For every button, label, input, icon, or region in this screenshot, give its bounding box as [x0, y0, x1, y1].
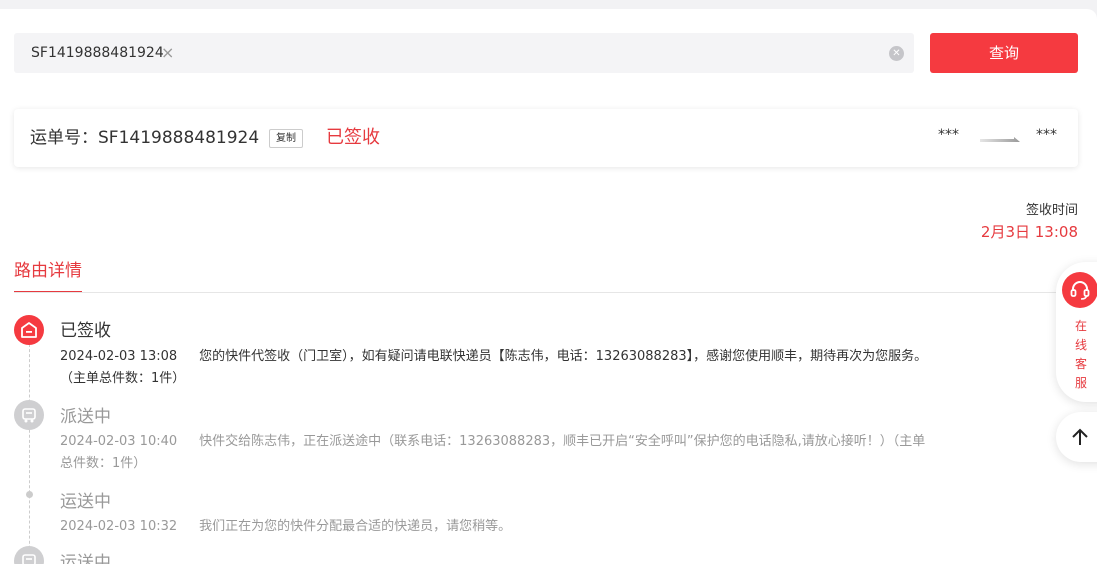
timeline-title: 派送中 [60, 407, 111, 427]
dot-icon [26, 491, 33, 498]
timeline-time: 2024-02-03 10:32 [60, 519, 178, 534]
tab-divider [14, 292, 1078, 293]
timeline-text: 我们正在为您的快件分配最合适的快递员，请您稍等。 [199, 519, 512, 534]
timeline-text: 您的快件代签收（门卫室），如有疑问请电联快递员【陈志伟，电话：132630882… [60, 349, 928, 386]
timeline-time: 2024-02-03 10:40 [60, 434, 178, 449]
delivery-truck-icon [14, 546, 44, 564]
headset-icon[interactable] [1062, 272, 1097, 308]
customer-service-label[interactable]: 在线客服 [1074, 317, 1088, 393]
route-origin: *** [938, 127, 959, 143]
route-destination: *** [1036, 127, 1057, 143]
waybill-number: 运单号：SF1419888481924 [30, 109, 259, 167]
clear-input-icon[interactable]: ✕ [889, 46, 904, 61]
waybill-summary: 运单号：SF1419888481924 复制 已签收 *** *** [14, 109, 1078, 167]
sign-time-label: 签收时间 [1025, 203, 1078, 218]
waybill-number-value: SF1419888481924 [98, 128, 260, 148]
copy-button[interactable]: 复制 [269, 129, 303, 148]
status-badge: 已签收 [326, 127, 380, 148]
sign-time-value: 2月3日 13:08 [980, 223, 1078, 241]
timeline-desc: 2024-02-03 10:40 快件交给陈志伟，正在派送途中（联系电话：1326… [60, 431, 930, 475]
timeline-title: 运送中 [60, 492, 111, 512]
waybill-label: 运单号： [30, 128, 98, 148]
query-button[interactable]: 查询 [930, 33, 1078, 73]
timeline-title: 已签收 [60, 321, 111, 341]
arrow-up-icon [1072, 428, 1088, 445]
route-arrow-icon [980, 137, 1020, 142]
waybill-chip[interactable]: SF1419888481924 [31, 33, 164, 73]
tab-route-details[interactable]: 路由详情 [14, 259, 82, 293]
chip-remove-icon[interactable]: × [161, 33, 174, 73]
timeline-line [29, 339, 30, 564]
tracking-card: SF1419888481924 × ✕ 查询 运单号：SF14198884819… [0, 9, 1097, 564]
timeline-desc: 2024-02-03 13:08 您的快件代签收（门卫室），如有疑问请电联快递员【… [60, 346, 930, 390]
search-input[interactable]: SF1419888481924 × ✕ [14, 33, 914, 73]
delivery-truck-icon [14, 400, 44, 430]
timeline-text: 快件交给陈志伟，正在派送途中（联系电话：13263088283，顺丰已开启“安全… [60, 434, 926, 471]
house-icon [14, 315, 44, 345]
timeline-title: 运送中 [60, 553, 111, 564]
timeline-desc: 2024-02-03 10:32 我们正在为您的快件分配最合适的快递员，请您稍等。 [60, 516, 930, 538]
customer-service-panel[interactable]: 在线客服 [1056, 262, 1097, 402]
timeline-time: 2024-02-03 13:08 [60, 349, 178, 364]
